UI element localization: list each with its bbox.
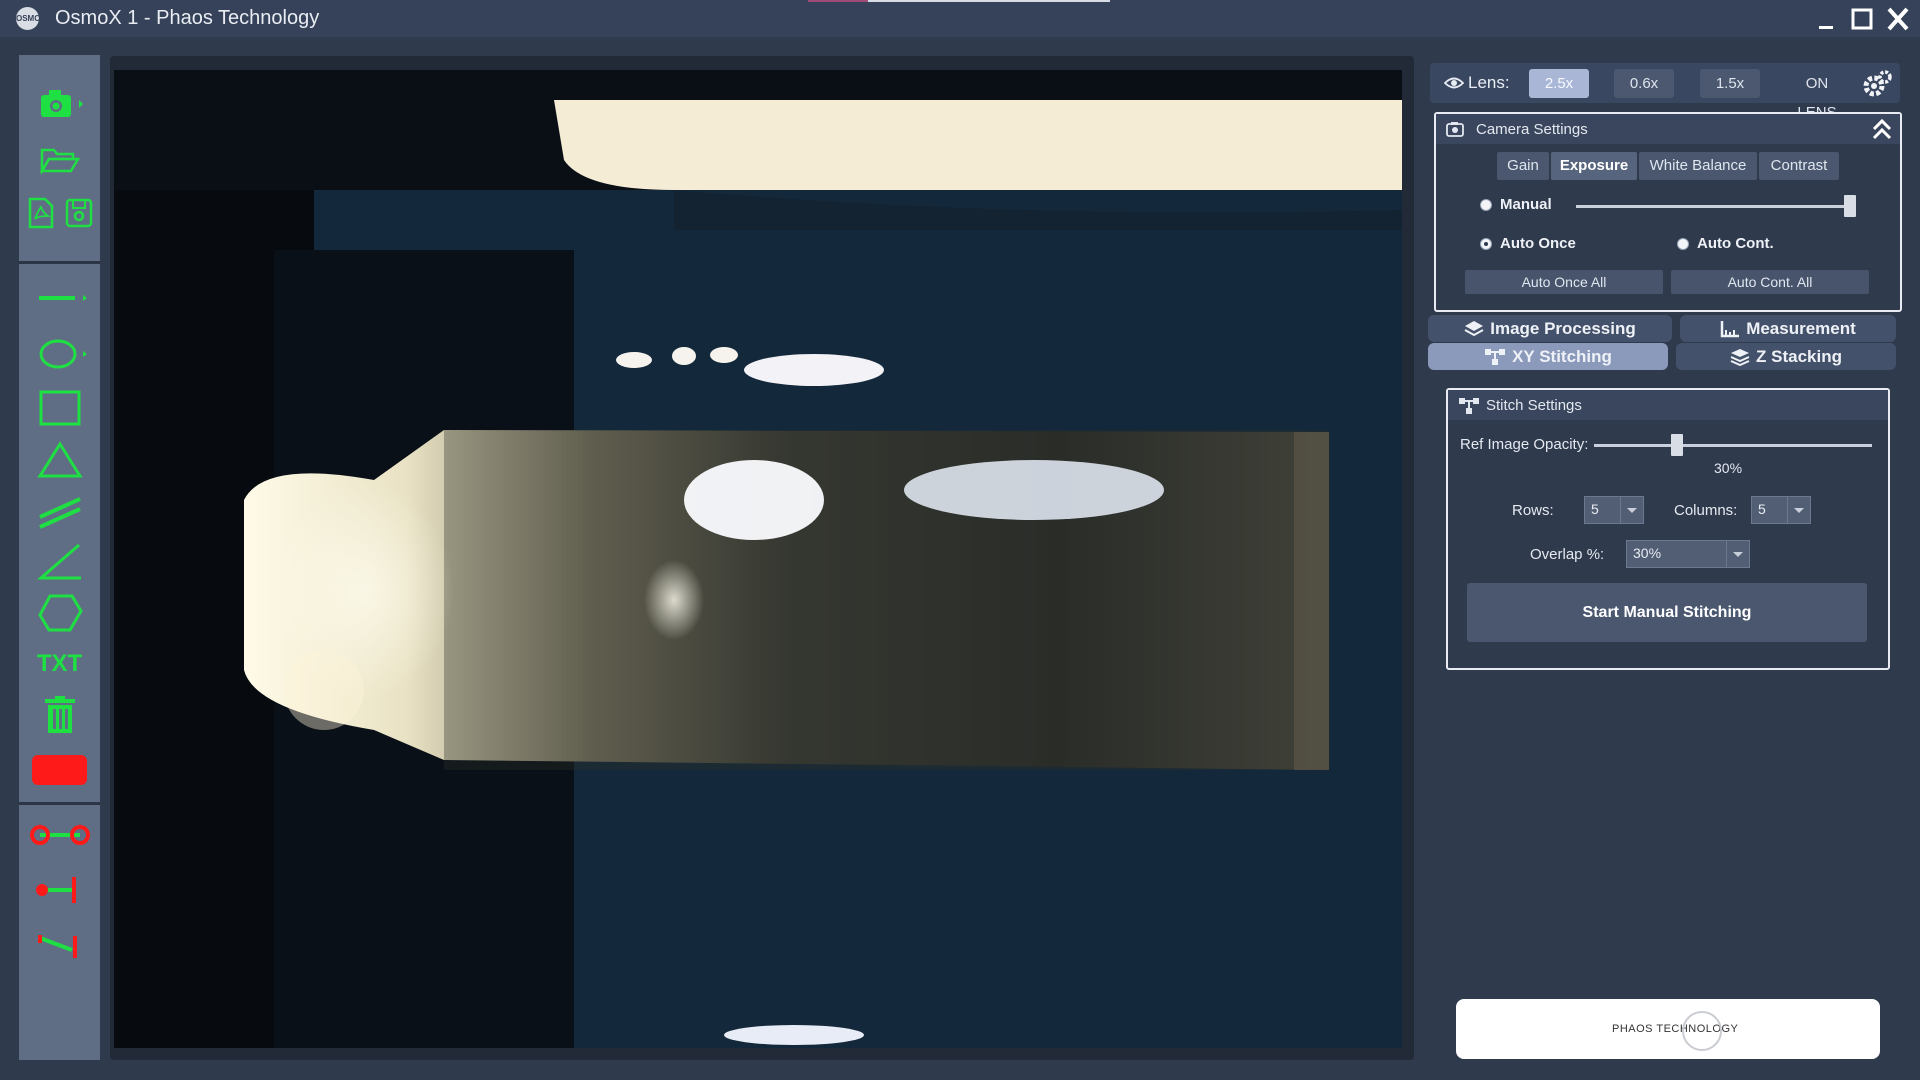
camera-icon [1446,122,1464,137]
color-swatch[interactable] [19,745,100,795]
tab-contrast[interactable]: Contrast [1759,152,1839,180]
opacity-slider-track[interactable] [1594,444,1872,447]
manual-radio[interactable] [1480,199,1492,211]
camera-settings-title: Camera Settings [1476,121,1588,138]
stitch-icon [1459,398,1479,414]
xy-stitching-button[interactable]: XY Stitching [1428,343,1668,370]
parallel-lines-icon[interactable] [19,487,100,535]
stitch-settings-title: Stitch Settings [1486,397,1582,414]
auto-cont-all-button[interactable]: Auto Cont. All [1671,270,1869,294]
company-logo: PHAOS TECHNOLOGY [1456,999,1880,1059]
lens-1.5x-button[interactable]: 1.5x [1700,69,1760,98]
lens-2.5x-button[interactable]: 2.5x [1529,69,1589,98]
image-processing-label: Image Processing [1490,319,1636,338]
title-bar: OSMO OsmoX 1 - Phaos Technology [0,0,1920,37]
opacity-slider-thumb[interactable] [1671,434,1684,456]
line-icon[interactable] [19,278,100,318]
auto-once-label: Auto Once [1500,235,1576,252]
minimize-icon[interactable] [1812,6,1840,32]
tab-exposure[interactable]: Exposure [1551,152,1637,180]
columns-value: 5 [1758,501,1766,517]
maximize-icon[interactable] [1848,6,1876,32]
overlap-label: Overlap %: [1530,546,1605,563]
drawing-toolbar: TXT [19,55,100,1060]
color-swatch-red [32,755,87,785]
toolbar-divider [19,261,100,264]
overlap-combobox[interactable]: 30% [1626,540,1750,568]
auto-cont-radio[interactable] [1677,238,1689,250]
text-tool-label: TXT [36,650,83,677]
lens-label-group: Lens: [1444,73,1510,93]
ref-opacity-label: Ref Image Opacity: [1460,436,1589,453]
lens-0.6x-button[interactable]: 0.6x [1614,69,1674,98]
measurement-label: Measurement [1746,319,1856,338]
collapse-chevrons-icon[interactable] [1870,117,1894,141]
start-manual-stitching-button[interactable]: Start Manual Stitching [1467,583,1867,642]
rows-label: Rows: [1512,502,1554,519]
camera-settings-panel: Camera Settings Gain Exposure White Bala… [1434,112,1902,312]
triangle-icon[interactable] [19,435,100,485]
stack-icon [1730,348,1750,366]
title-accent [868,0,1110,2]
trash-icon[interactable] [19,689,100,741]
open-folder-icon[interactable] [19,137,100,181]
rectangle-icon[interactable] [19,383,100,433]
tab-gain[interactable]: Gain [1497,152,1549,180]
camera-live-view[interactable] [114,70,1402,1048]
close-icon[interactable] [1884,6,1912,32]
window-title: OsmoX 1 - Phaos Technology [55,7,320,29]
columns-label: Columns: [1674,502,1738,519]
rows-combobox[interactable]: 5 [1584,496,1644,524]
pdf-icon[interactable] [26,197,56,229]
text-tool[interactable]: TXT [19,642,100,686]
opacity-value: 30% [1714,460,1743,476]
angle-icon[interactable] [19,537,100,587]
manual-label: Manual [1500,196,1552,213]
chevron-down-icon[interactable] [1726,541,1749,567]
auto-once-radio[interactable] [1480,238,1492,250]
lens-label: Lens: [1468,73,1510,92]
ruler-icon [1720,320,1740,337]
pdf-save-group [19,190,100,236]
tab-white-balance[interactable]: White Balance [1639,152,1757,180]
camera-icon[interactable] [19,80,100,126]
point-distance-icon[interactable] [19,813,100,857]
image-processing-button[interactable]: Image Processing [1428,315,1672,342]
on-lens-button[interactable]: ON LENS [1786,69,1848,121]
point-line-distance-icon[interactable] [19,868,100,912]
eye-icon [1444,77,1464,89]
exposure-slider-thumb[interactable] [1844,195,1857,217]
columns-combobox[interactable]: 5 [1751,496,1811,524]
layers-icon [1464,320,1484,336]
overlap-value: 30% [1633,545,1662,561]
ellipse-icon[interactable] [19,330,100,378]
xy-stitching-label: XY Stitching [1512,347,1612,366]
title-accent [808,0,868,2]
gear-icon[interactable] [1862,69,1892,99]
microscope-image [114,70,1402,1048]
chevron-down-icon[interactable] [1787,497,1810,523]
line-line-distance-icon[interactable] [19,923,100,967]
chevron-down-icon[interactable] [1620,497,1643,523]
exposure-slider-track[interactable] [1576,205,1856,208]
save-icon[interactable] [64,197,94,229]
auto-once-all-button[interactable]: Auto Once All [1465,270,1663,294]
z-stacking-button[interactable]: Z Stacking [1676,343,1896,370]
app-logo: OSMO [16,7,40,30]
stitch-icon [1485,348,1506,365]
logo-mark [1682,1011,1722,1051]
polygon-icon[interactable] [19,587,100,639]
rows-value: 5 [1591,501,1599,517]
z-stacking-label: Z Stacking [1756,347,1842,366]
auto-cont-label: Auto Cont. [1697,235,1774,252]
measurement-button[interactable]: Measurement [1680,315,1896,342]
toolbar-divider [19,802,100,805]
